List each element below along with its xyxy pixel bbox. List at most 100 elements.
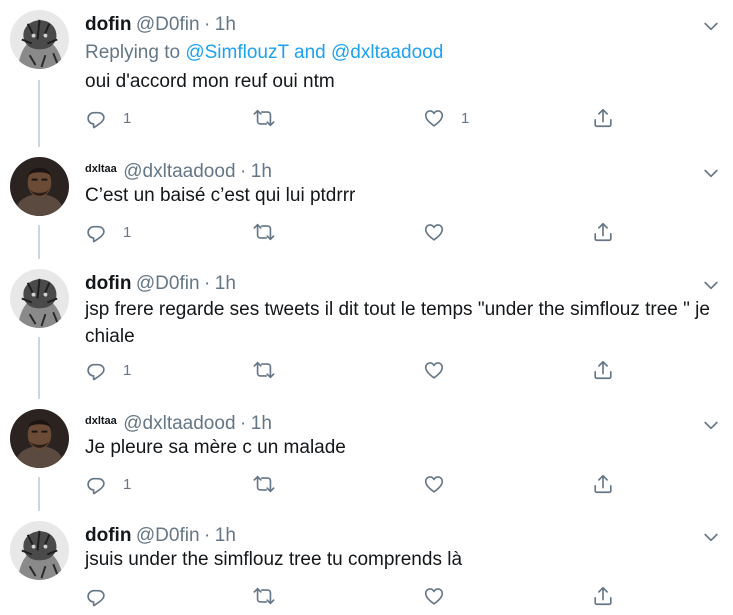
reply-button[interactable]: 1 [85, 357, 131, 383]
share-icon [592, 107, 614, 129]
user-handle[interactable]: @D0fin [136, 273, 200, 294]
user-handle[interactable]: @D0fin [136, 14, 200, 35]
retweet-button[interactable] [253, 471, 291, 497]
retweet-icon [253, 221, 275, 243]
tweet[interactable]: dofin @D0fin · 1h Replying to @SimflouzT… [0, 0, 733, 147]
separator-dot: · [204, 525, 211, 546]
share-button[interactable] [592, 105, 614, 131]
tweet-actions [85, 583, 625, 609]
reply-count: 1 [123, 223, 132, 241]
display-name[interactable]: dofin [85, 14, 131, 35]
share-icon [592, 585, 614, 607]
share-button[interactable] [592, 357, 614, 383]
tweet-actions: 1 1 [85, 105, 625, 131]
user-handle[interactable]: @dxltaadood [123, 161, 235, 182]
reply-icon [85, 221, 107, 243]
retweet-icon [253, 107, 275, 129]
tweet[interactable]: dxltaa @dxltaadood · 1h Je pleure sa mèr… [0, 399, 733, 511]
share-icon [592, 473, 614, 495]
like-count: 1 [461, 109, 470, 127]
thread-line [38, 477, 40, 511]
user-handle[interactable]: @dxltaadood [123, 413, 235, 434]
tweet-header: dofin @D0fin · 1h [85, 273, 236, 297]
timestamp[interactable]: 1h [251, 161, 272, 182]
user-handle[interactable]: @D0fin [136, 525, 200, 546]
chevron-down-icon[interactable] [701, 527, 721, 547]
reply-count: 1 [123, 361, 132, 379]
reply-count: 1 [123, 475, 132, 493]
timestamp[interactable]: 1h [215, 273, 236, 294]
chevron-down-icon[interactable] [701, 275, 721, 295]
timestamp[interactable]: 1h [251, 413, 272, 434]
retweet-button[interactable] [253, 105, 291, 131]
separator-dot: · [239, 413, 247, 434]
tweet[interactable]: dofin @D0fin · 1h jsp frere regarde ses … [0, 259, 733, 399]
thread-line [38, 337, 40, 399]
avatar[interactable] [10, 269, 69, 328]
reply-icon [85, 359, 107, 381]
reply-button[interactable]: 1 [85, 105, 131, 131]
mention-link[interactable]: @dxltaadood [331, 42, 443, 63]
like-button[interactable] [423, 471, 461, 497]
replying-prefix: Replying to [85, 42, 186, 63]
chevron-down-icon[interactable] [701, 163, 721, 183]
reply-icon [85, 473, 107, 495]
retweet-icon [253, 359, 275, 381]
display-name[interactable]: dofin [85, 525, 131, 546]
like-button[interactable] [423, 583, 461, 609]
timestamp[interactable]: 1h [215, 525, 236, 546]
display-name[interactable]: dxltaa [85, 415, 117, 427]
retweet-button[interactable] [253, 583, 291, 609]
mention-link[interactable]: @SimflouzT [185, 42, 288, 63]
reply-button[interactable] [85, 583, 123, 609]
tweet-actions: 1 [85, 219, 625, 245]
avatar[interactable] [10, 10, 69, 69]
like-button[interactable]: 1 [423, 105, 469, 131]
tweet[interactable]: dofin @D0fin · 1h jsuis under the simflo… [0, 511, 733, 615]
retweet-button[interactable] [253, 219, 291, 245]
avatar[interactable] [10, 157, 69, 216]
avatar[interactable] [10, 521, 69, 580]
reply-count: 1 [123, 109, 132, 127]
chevron-down-icon[interactable] [701, 415, 721, 435]
tweet-actions: 1 [85, 357, 625, 383]
share-button[interactable] [592, 219, 614, 245]
tweet[interactable]: dxltaa @dxltaadood · 1h C’est un baisé c… [0, 147, 733, 259]
avatar[interactable] [10, 409, 69, 468]
replying-and: and [288, 42, 332, 63]
retweet-icon [253, 473, 275, 495]
chevron-down-icon[interactable] [701, 16, 721, 36]
tweet-text: jsuis under the simflouz tree tu compren… [85, 549, 463, 570]
timeline: dofin @D0fin · 1h Replying to @SimflouzT… [0, 0, 733, 615]
reply-button[interactable]: 1 [85, 471, 131, 497]
retweet-icon [253, 585, 275, 607]
timestamp[interactable]: 1h [215, 14, 236, 35]
display-name[interactable]: dxltaa [85, 163, 117, 175]
tweet-text: Je pleure sa mère c un malade [85, 437, 346, 458]
separator-dot: · [204, 14, 211, 35]
like-button[interactable] [423, 357, 461, 383]
share-icon [592, 359, 614, 381]
like-button[interactable] [423, 219, 461, 245]
separator-dot: · [239, 161, 247, 182]
tweet-text: C’est un baisé c’est qui lui ptdrrr [85, 185, 356, 206]
reply-button[interactable]: 1 [85, 219, 131, 245]
reply-icon [85, 585, 107, 607]
retweet-button[interactable] [253, 357, 291, 383]
display-name[interactable]: dofin [85, 273, 131, 294]
reply-icon [85, 107, 107, 129]
tweet-text: oui d'accord mon reuf oui ntm [85, 71, 335, 92]
tweet-actions: 1 [85, 471, 625, 497]
share-icon [592, 221, 614, 243]
thread-line [38, 225, 40, 259]
heart-icon [423, 585, 445, 607]
heart-icon [423, 359, 445, 381]
tweet-text: jsp frere regarde ses tweets il dit tout… [85, 299, 710, 347]
thread-line [38, 80, 40, 147]
share-button[interactable] [592, 583, 614, 609]
separator-dot: · [204, 273, 211, 294]
heart-icon [423, 107, 445, 129]
heart-icon [423, 221, 445, 243]
tweet-header: dofin @D0fin · 1h [85, 14, 236, 38]
share-button[interactable] [592, 471, 614, 497]
